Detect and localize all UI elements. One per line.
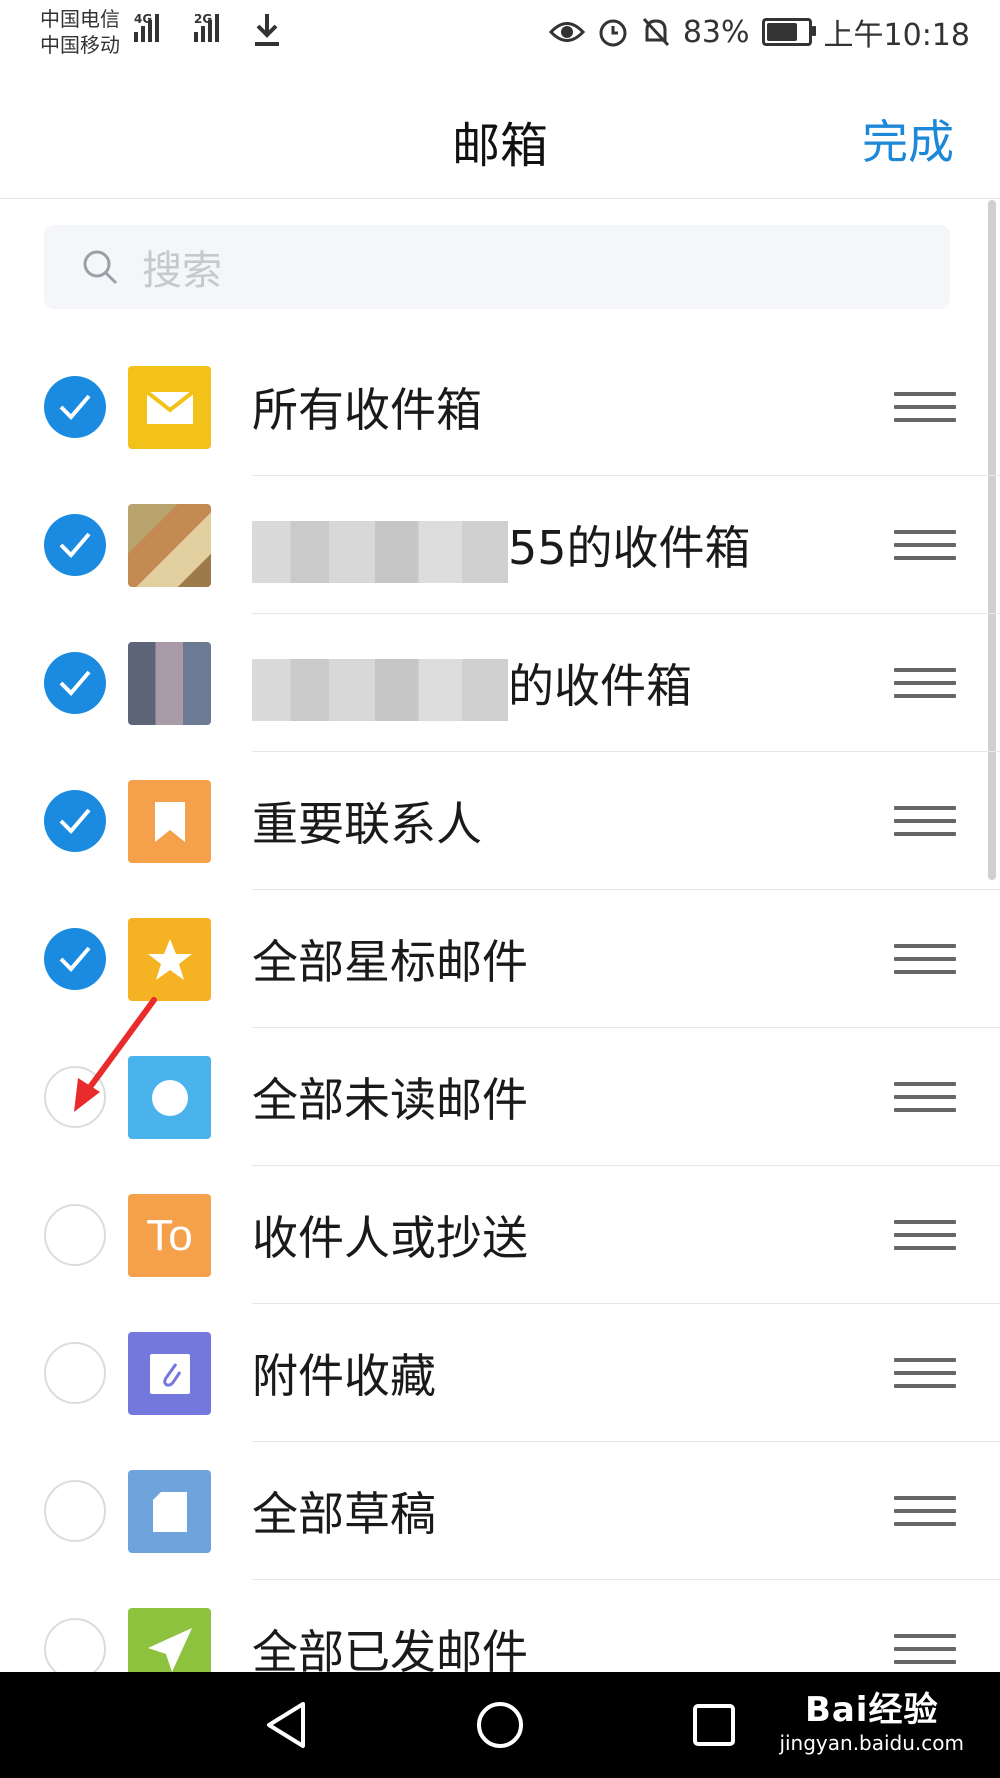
mailbox-row[interactable]: To 收件人或抄送 <box>0 1166 1000 1304</box>
mailbox-label: 附件收藏 <box>252 1340 436 1406</box>
search-input[interactable]: 搜索 <box>44 225 950 309</box>
checked-checkbox[interactable] <box>44 928 106 990</box>
drag-handle-icon[interactable] <box>894 1496 956 1526</box>
watermark-brand: Bai经验 <box>804 1690 939 1730</box>
mailbox-row[interactable]: 重要联系人 <box>0 752 1000 890</box>
mailbox-label: 55的收件箱 <box>252 512 751 583</box>
mailbox-label: 全部未读邮件 <box>252 1064 528 1130</box>
unchecked-checkbox[interactable] <box>44 1204 106 1266</box>
mailbox-label: 全部星标邮件 <box>252 926 528 992</box>
page-title: 邮箱 <box>451 118 548 174</box>
bookmark-icon <box>128 780 211 863</box>
star-icon <box>128 918 211 1001</box>
mailbox-list: 所有收件箱 55的收件箱 的收件箱重要联系人全部星标邮件 全部未读邮件 To 收件人或抄送… <box>0 338 1000 1672</box>
carrier-labels: 中国电信 中国移动 <box>40 6 120 58</box>
drag-handle-icon[interactable] <box>894 392 956 422</box>
status-bar: 中国电信 中国移动 4G 2G 83% 上午10:18 <box>0 0 1000 70</box>
avatar-photo-1 <box>128 504 211 587</box>
drag-handle-icon[interactable] <box>894 944 956 974</box>
send-icon <box>128 1608 211 1672</box>
to-icon-text: To <box>146 1210 193 1260</box>
search-icon <box>83 250 118 285</box>
redacted-blur <box>252 658 508 721</box>
checkmark-icon <box>59 394 91 420</box>
back-triangle-icon <box>267 1702 305 1748</box>
signal-2-icon: 2G <box>194 12 219 42</box>
dot-icon <box>128 1056 211 1139</box>
mailbox-label: 所有收件箱 <box>252 374 482 440</box>
mailbox-label-text: 全部星标邮件 <box>252 935 528 989</box>
checkmark-icon <box>59 808 91 834</box>
download-icon <box>255 14 279 46</box>
unchecked-checkbox[interactable] <box>44 1480 106 1542</box>
envelope-icon <box>128 366 211 449</box>
unchecked-checkbox[interactable] <box>44 1342 106 1404</box>
unchecked-checkbox[interactable] <box>44 1066 106 1128</box>
signal-1-icon: 4G <box>134 12 159 42</box>
mailbox-label-text: 重要联系人 <box>252 797 482 851</box>
mailbox-label: 收件人或抄送 <box>252 1202 528 1268</box>
mailbox-row[interactable]: 全部草稿 <box>0 1442 1000 1580</box>
search-placeholder: 搜索 <box>142 248 222 294</box>
checked-checkbox[interactable] <box>44 652 106 714</box>
recents-button[interactable] <box>654 1672 774 1778</box>
unchecked-checkbox[interactable] <box>44 1618 106 1672</box>
drag-handle-icon[interactable] <box>894 1082 956 1112</box>
clock: 上午10:18 <box>823 18 970 53</box>
checkmark-icon <box>59 532 91 558</box>
mailbox-label-text: 所有收件箱 <box>252 383 482 437</box>
mailbox-label-text: 全部草稿 <box>252 1487 436 1541</box>
baidu-watermark: Bai经验 jingyan.baidu.com <box>779 1682 964 1755</box>
battery-percent: 83% <box>682 14 750 50</box>
mailbox-row[interactable]: 附件收藏 <box>0 1304 1000 1442</box>
mailbox-label-text: 全部已发邮件 <box>252 1625 528 1672</box>
to-icon: To <box>128 1194 211 1277</box>
mailbox-row[interactable]: 全部已发邮件 <box>0 1580 1000 1672</box>
drag-handle-icon[interactable] <box>894 668 956 698</box>
back-button[interactable] <box>226 1672 346 1778</box>
carrier-2: 中国移动 <box>40 33 120 57</box>
drag-handle-icon[interactable] <box>894 1358 956 1388</box>
status-right: 83% 上午10:18 <box>548 10 970 54</box>
done-button[interactable]: 完成 <box>862 106 954 172</box>
eye-icon <box>548 22 585 42</box>
drag-handle-icon[interactable] <box>894 530 956 560</box>
mailbox-row[interactable]: 55的收件箱 <box>0 476 1000 614</box>
checked-checkbox[interactable] <box>44 514 106 576</box>
app-header: 邮箱 完成 <box>0 70 1000 199</box>
redacted-blur <box>252 520 508 583</box>
avatar-photo-2 <box>128 642 211 725</box>
mailbox-label-text: 附件收藏 <box>252 1349 436 1403</box>
watermark-url: jingyan.baidu.com <box>779 1731 964 1755</box>
mailbox-row[interactable]: 的收件箱 <box>0 614 1000 752</box>
checkmark-icon <box>59 946 91 972</box>
battery-icon <box>761 18 816 46</box>
carrier-1: 中国电信 <box>40 7 120 31</box>
mailbox-label: 全部草稿 <box>252 1478 436 1544</box>
drag-handle-icon[interactable] <box>894 1634 956 1664</box>
mailbox-label: 全部已发邮件 <box>252 1616 528 1672</box>
mailbox-label-text: 收件人或抄送 <box>252 1211 528 1265</box>
home-button[interactable] <box>440 1672 560 1778</box>
mute-bell-icon <box>642 17 669 47</box>
mailbox-label-text: 全部未读邮件 <box>252 1073 528 1127</box>
draft-icon <box>128 1470 211 1553</box>
mailbox-row[interactable]: 全部星标邮件 <box>0 890 1000 1028</box>
checkmark-icon <box>59 670 91 696</box>
home-circle-icon <box>477 1702 523 1748</box>
mailbox-label: 重要联系人 <box>252 788 482 854</box>
system-nav-bar: Bai经验 jingyan.baidu.com <box>0 1672 1000 1778</box>
recents-square-icon <box>693 1704 735 1746</box>
mailbox-label: 的收件箱 <box>252 650 692 721</box>
drag-handle-icon[interactable] <box>894 806 956 836</box>
drag-handle-icon[interactable] <box>894 1220 956 1250</box>
mailbox-row[interactable]: 所有收件箱 <box>0 338 1000 476</box>
alarm-icon <box>599 19 627 47</box>
checked-checkbox[interactable] <box>44 376 106 438</box>
mailbox-label-text: 的收件箱 <box>508 659 692 713</box>
mailbox-row[interactable]: 全部未读邮件 <box>0 1028 1000 1166</box>
mailbox-label-text: 55的收件箱 <box>508 521 751 575</box>
paperclip-icon <box>128 1332 211 1415</box>
checked-checkbox[interactable] <box>44 790 106 852</box>
